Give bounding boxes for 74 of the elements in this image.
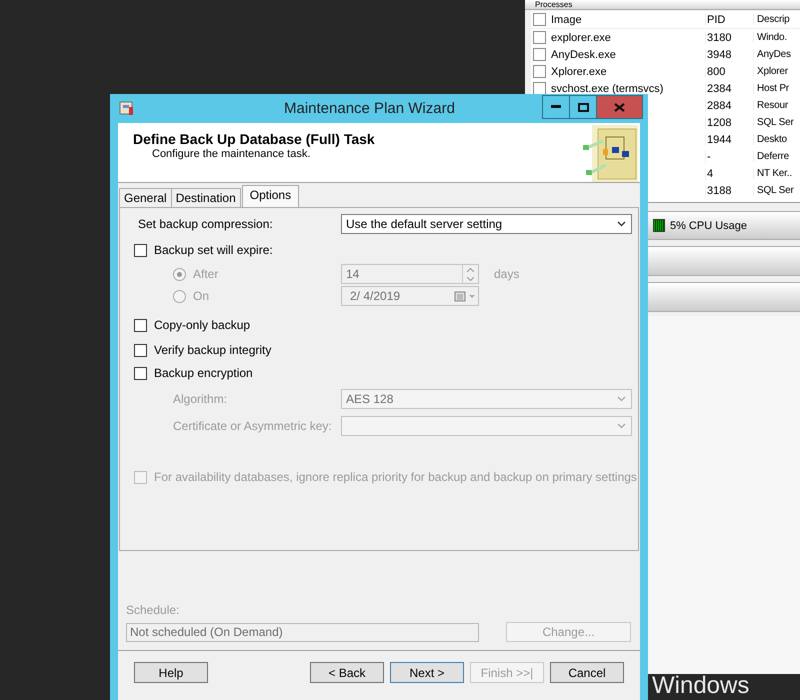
checkbox-label: Backup set will expire: (154, 243, 273, 257)
checkbox-label: Backup encryption (154, 366, 253, 380)
close-button[interactable] (596, 95, 643, 119)
minimize-icon (551, 105, 561, 109)
unit-label: days (494, 267, 520, 281)
page-subtitle: Configure the maintenance task. (152, 148, 310, 160)
compression-dropdown[interactable]: Use the default server setting (341, 214, 632, 234)
table-cell: NT Ker.. (757, 168, 792, 179)
checkbox[interactable] (533, 31, 546, 44)
checkbox[interactable] (134, 344, 147, 356)
tab[interactable]: Destination (170, 188, 241, 207)
cpu-meter-icon (652, 219, 665, 232)
checkbox-label: Verify backup integrity (154, 343, 272, 357)
table-cell: 2884 (707, 100, 732, 112)
column-header[interactable]: Image (551, 14, 582, 26)
tab[interactable]: Options (242, 185, 300, 207)
checkbox[interactable] (533, 65, 546, 78)
table-cell: 2384 (707, 82, 732, 94)
table-cell: 1208 (707, 116, 732, 128)
maximize-button[interactable] (569, 95, 597, 119)
field-label: Set backup compression: (138, 217, 273, 231)
table-cell: 1944 (707, 134, 732, 146)
table-cell: Resour (757, 100, 788, 111)
field-label: Algorithm: (173, 392, 228, 406)
table-cell: Xplorer.exe (551, 66, 607, 78)
radio-label: After (193, 267, 218, 281)
dialog-button[interactable]: Next > (390, 662, 464, 683)
checkbox-label: For availability databases, ignore replica priority for backup and backup on primary settings (154, 470, 637, 484)
checkbox[interactable] (533, 82, 546, 95)
radio-label: On (193, 289, 210, 303)
table-cell: AnyDesk.exe (551, 48, 616, 60)
checkbox[interactable] (134, 318, 147, 332)
column-header[interactable]: PID (707, 14, 726, 26)
table-cell: Xplorer (757, 66, 788, 77)
close-icon (614, 102, 625, 112)
table-cell: AnyDes (757, 49, 791, 60)
checkbox[interactable] (533, 48, 546, 61)
table-cell: 800 (707, 66, 726, 78)
table-cell: svchost.exe (termsvcs) (551, 82, 664, 94)
checkbox[interactable] (134, 366, 147, 380)
table-cell: Deskto (757, 134, 787, 145)
page-title: Define Back Up Database (Full) Task (133, 131, 375, 147)
table-cell: explorer.exe (551, 32, 611, 44)
table-cell: Host Pr (757, 83, 789, 94)
desktop-branding-text: Windows (652, 674, 750, 698)
checkbox-label: Copy-only backup (154, 318, 250, 332)
spin-down-icon (467, 276, 474, 280)
spin-up-icon (467, 268, 474, 272)
table-cell: SQL Ser (757, 117, 794, 128)
maximize-icon (578, 102, 588, 112)
field-label: Schedule: (126, 603, 180, 617)
dialog-button[interactable]: < Back (310, 662, 384, 683)
field-label: Certificate or Asymmetric key: (173, 419, 332, 433)
table-cell: 3948 (707, 48, 732, 60)
select-all-checkbox[interactable] (533, 13, 546, 26)
section-title[interactable]: Processes (535, 0, 572, 9)
table-cell: - (707, 150, 711, 162)
table-cell: 4 (707, 168, 714, 180)
calendar-icon (454, 290, 478, 302)
table-cell: 3188 (707, 184, 732, 196)
table-cell: Deferre (757, 151, 789, 162)
dialog-button[interactable]: Help (134, 662, 208, 683)
tab[interactable]: General (119, 188, 172, 207)
minimize-button[interactable] (542, 95, 570, 119)
wizard-banner-drawing (582, 123, 640, 182)
window-title: Maintenance Plan Wizard (284, 100, 455, 116)
table-cell: 3180 (707, 32, 732, 44)
dialog-button[interactable]: Cancel (550, 662, 624, 683)
schedule-field: Not scheduled (On Demand) (126, 622, 479, 642)
column-header[interactable]: Descrip (757, 14, 790, 25)
checkbox[interactable] (134, 244, 147, 256)
table-cell: SQL Ser (757, 185, 794, 196)
table-cell: Windo. (757, 32, 787, 43)
wizard-app-icon (119, 100, 135, 116)
